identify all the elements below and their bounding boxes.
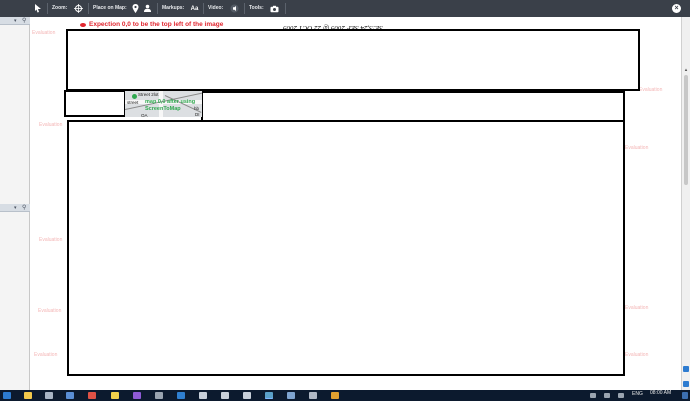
outlook-icon[interactable] [177,392,185,399]
watermark: Evaluation [32,30,56,36]
watermark: Evaluation [625,352,649,358]
taskbar: ENG 08:00 AM [0,390,690,401]
network-icon[interactable] [590,393,596,398]
app-icon[interactable] [221,392,229,399]
toolbar: Zoom: Place on Map: Markups: Aa Video: T… [0,0,690,17]
volume-icon[interactable] [618,393,624,398]
left-panel: ▾ ⚲ ▾ ⚲ [0,17,30,390]
search-icon[interactable]: ⚲ [22,17,26,25]
toolbar-separator [88,3,89,14]
toolbar-separator [47,3,48,14]
app-icon[interactable] [45,392,53,399]
markups-label: Markups: [162,5,185,11]
scroll-thumb[interactable] [684,75,688,185]
chevron-down-icon[interactable]: ▾ [14,17,17,25]
watermark: Evaluation [639,87,663,93]
tools-label: Tools: [249,5,264,11]
app-icon[interactable] [155,392,163,399]
language-indicator[interactable]: ENG [632,391,643,397]
sound-icon[interactable] [229,3,240,14]
app-icon[interactable] [309,392,317,399]
cursor-icon[interactable] [32,3,43,14]
crosshair-icon[interactable] [73,3,84,14]
toolbar-separator [285,3,286,14]
side-button[interactable] [683,381,689,387]
right-scrollbar[interactable]: ▴ [681,17,690,390]
video-label: Video: [208,5,224,11]
watermark: Evaluation [38,308,62,314]
side-button[interactable] [683,366,689,372]
image-canvas[interactable]: Evaluation Evaluation Evaluation Evaluat… [31,17,681,390]
app-icon[interactable] [287,392,295,399]
image-region-main [67,120,625,376]
overlay-text: map 0,0 after using [145,99,196,105]
toolbar-separator [203,3,204,14]
app-icon[interactable] [331,392,339,399]
left-panel-header: ▾ ⚲ [0,17,30,25]
active-app-icon[interactable] [265,392,273,399]
notification-icon[interactable] [682,392,688,399]
toolbar-separator [157,3,158,14]
browser-icon[interactable] [88,392,96,399]
zoom-label: Zoom: [52,5,68,11]
image-region-left [64,90,126,117]
watermark: Evaluation [34,352,58,358]
watermark: Evaluation [625,305,649,311]
chevron-down-icon[interactable]: ▾ [14,204,17,212]
toolbar-separator [244,3,245,14]
left-panel-header: ▾ ⚲ [0,204,30,212]
annotation-note: Expection 0,0 to be the top left of the … [89,21,224,28]
start-icon[interactable] [3,392,11,399]
star-icon[interactable] [111,392,119,399]
app-icon[interactable] [243,392,251,399]
map-label: OA [141,113,148,117]
app-icon[interactable] [66,392,74,399]
camera-person-icon[interactable] [142,3,153,14]
text-icon[interactable]: Aa [189,3,200,14]
image-region-top [66,29,640,91]
pin-icon[interactable] [130,3,141,14]
search-icon[interactable]: ⚲ [22,204,26,212]
overlay-text: ScreenToMap [145,106,181,112]
place-on-map-label: Place on Map: [93,5,127,11]
map-label: street [127,100,139,105]
map-label: DI [195,112,200,117]
watermark: Evaluation [39,237,63,243]
folder-icon[interactable] [24,392,32,399]
clock[interactable]: 08:00 AM [650,390,671,396]
map-origin-marker [132,94,137,99]
map-thumbnail[interactable]: Street 2lot street hb DI OA map 0,0 afte… [125,91,202,117]
image-region-right [201,91,625,122]
close-icon[interactable]: × [672,4,681,13]
app-icon[interactable] [199,392,207,399]
watermark: Evaluation [39,122,63,128]
watermark: Evaluation [625,145,649,151]
visual-studio-icon[interactable] [133,392,141,399]
map-label: hb [194,106,200,111]
camera-icon[interactable] [269,3,280,14]
wifi-icon[interactable] [604,393,610,398]
map-label: Street 2lot [138,92,159,97]
chevron-up-icon[interactable]: ▴ [683,67,689,73]
record-icon [80,23,86,27]
